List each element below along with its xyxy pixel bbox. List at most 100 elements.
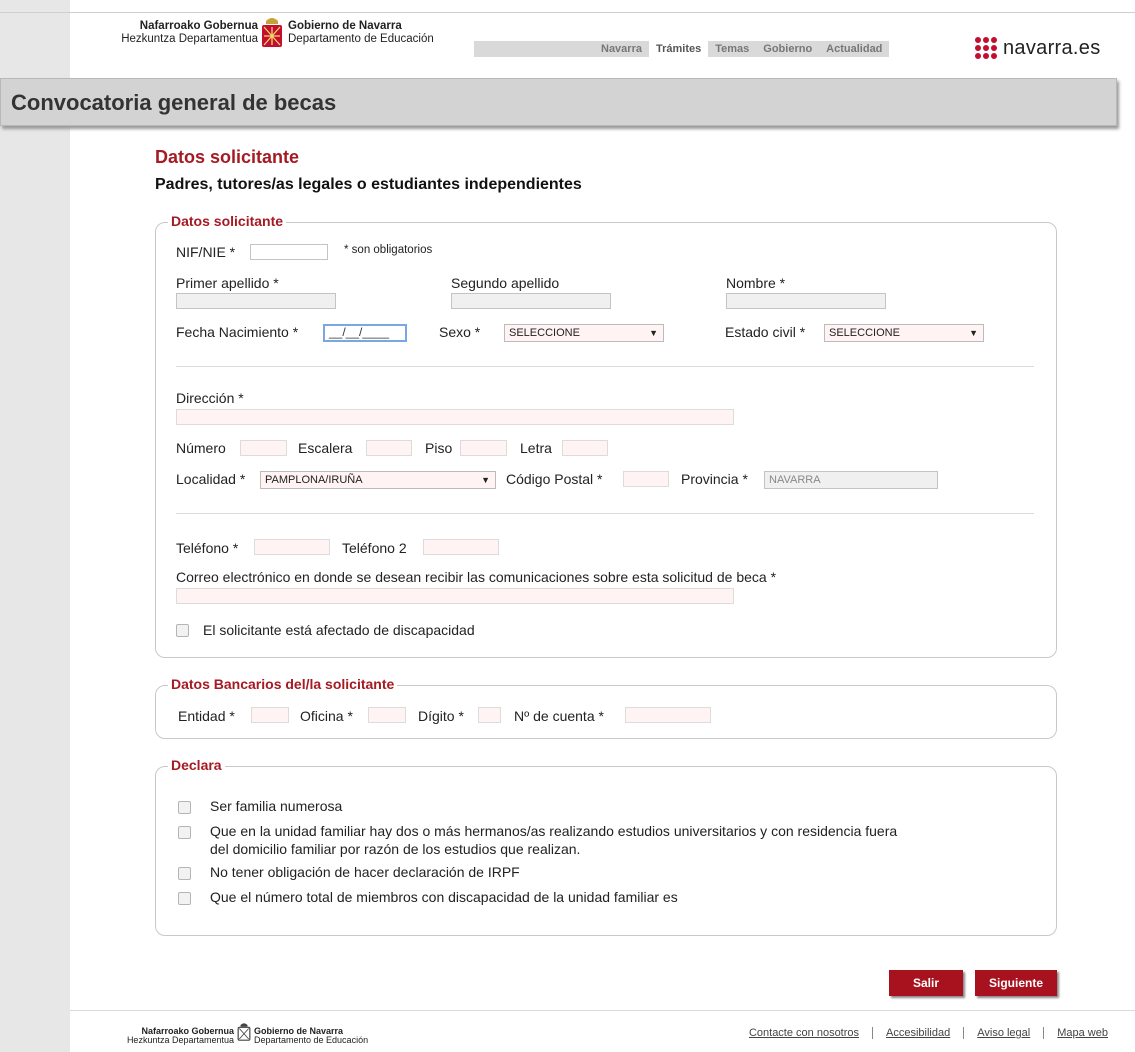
codigo-postal-input[interactable] [623,471,669,487]
nombre-label: Nombre * [726,275,786,291]
declara-item-label: Que en la unidad familiar hay dos o más … [210,823,898,839]
numero-label: Número [176,440,226,456]
telefono-label: Teléfono * [176,540,239,556]
left-margin-band [0,0,70,1052]
fecha-label: Fecha Nacimiento * [176,324,299,340]
top-rule [0,12,1135,13]
piso-input[interactable] [460,440,507,456]
footer-link-accesibilidad[interactable]: Accesibilidad [872,1027,963,1039]
bank-legend: Datos Bancarios del/la solicitante [168,676,398,692]
cuenta-label: Nº de cuenta * [514,708,604,724]
applicant-legend: Datos solicitante [168,213,287,229]
email-label: Correo electrónico en donde se desean re… [176,569,777,585]
siguiente-button[interactable]: Siguiente [975,970,1057,996]
footer-links: Contacte con nosotros Accesibilidad Avis… [736,1027,1121,1039]
footer-logo-es-line2: Departamento de Educación [254,1035,369,1045]
direccion-label: Dirección * [176,390,244,406]
dots-icon [975,37,997,59]
provincia-input[interactable]: NAVARRA [764,471,938,489]
irpf-checkbox[interactable] [178,867,191,880]
apellido2-input[interactable] [451,293,611,309]
navarra-shield-icon [262,18,282,47]
sexo-select[interactable]: SELECCIONE ▼ [504,324,664,342]
navarra-es-logo[interactable]: navarra.es [975,33,1101,63]
apellido2-label: Segundo apellido [451,275,560,291]
discapacidad-checkbox[interactable] [176,624,189,637]
footer-rule [70,1010,1135,1011]
provincia-label: Provincia * [681,471,748,487]
footer-shield-icon [237,1023,251,1041]
apellido1-label: Primer apellido * [176,275,279,291]
dropdown-arrow-icon: ▼ [969,328,978,338]
entidad-label: Entidad * [178,708,235,724]
page-title: Convocatoria general de becas [11,90,337,115]
nif-label: NIF/NIE * [176,244,236,260]
letra-input[interactable] [562,440,608,456]
nav-tramites[interactable]: Trámites [648,41,709,57]
declara-item-label: No tener obligación de hacer declaración… [210,864,520,880]
localidad-label: Localidad * [176,471,246,487]
email-input[interactable] [176,588,734,604]
nav-actualidad[interactable]: Actualidad [819,41,890,57]
declara-item-label: Ser familia numerosa [210,798,343,814]
logo-es-line1: Gobierno de Navarra [288,20,402,32]
logo-eu-line1: Nafarroako Gobernua [139,20,258,32]
direccion-input[interactable] [176,409,734,425]
numero-input[interactable] [240,440,287,456]
hermanos-universitarios-checkbox[interactable] [178,826,191,839]
nav-navarra[interactable]: Navarra [594,41,649,57]
telefono2-label: Teléfono 2 [342,540,407,556]
page-title-bar: Convocatoria general de becas [0,78,1117,126]
dropdown-arrow-icon: ▼ [649,328,658,338]
apellido1-input[interactable] [176,293,336,309]
nav-temas[interactable]: Temas [708,41,757,57]
footer-link-mapa-web[interactable]: Mapa web [1043,1027,1121,1039]
digito-input[interactable] [478,707,501,723]
digito-label: Dígito * [418,708,464,724]
footer-link-aviso-legal[interactable]: Aviso legal [963,1027,1043,1039]
entidad-input[interactable] [251,707,289,723]
salir-button[interactable]: Salir [889,970,963,996]
header-bar [474,41,594,57]
piso-label: Piso [425,440,453,456]
cuenta-input[interactable] [625,707,711,723]
footer-logo-eu-line2: Hezkuntza Departamentua [126,1035,234,1045]
telefono2-input[interactable] [423,539,499,555]
discapacidad-label: El solicitante está afectado de discapac… [203,622,475,638]
required-note: * son obligatorios [344,244,433,256]
localidad-select-value: PAMPLONA/IRUÑA [265,474,363,486]
nombre-input[interactable] [726,293,886,309]
fecha-input[interactable]: __/__/____ [323,324,407,342]
letra-label: Letra [520,440,552,456]
brand-text: navarra.es [1003,36,1101,59]
declara-legend: Declara [168,757,225,773]
escalera-input[interactable] [366,440,412,456]
codigo-postal-label: Código Postal * [506,471,603,487]
sexo-select-value: SELECCIONE [509,327,580,339]
declara-item-label-cont: del domicilio familiar por razón de los … [210,841,581,857]
section-title: Datos solicitante [155,147,300,167]
telefono-input[interactable] [254,539,330,555]
divider [176,366,1034,367]
logo-es-line2: Departamento de Educación [288,33,434,45]
estado-civil-select[interactable]: SELECCIONE ▼ [824,324,984,342]
escalera-label: Escalera [298,440,353,456]
divider [176,513,1034,514]
miembros-discapacidad-checkbox[interactable] [178,892,191,905]
oficina-input[interactable] [368,707,406,723]
estado-civil-label: Estado civil * [725,324,806,340]
logo-eu-line2: Hezkuntza Departamentua [121,33,258,45]
oficina-label: Oficina * [300,708,353,724]
localidad-select[interactable]: PAMPLONA/IRUÑA ▼ [260,471,496,489]
sexo-label: Sexo * [439,324,481,340]
nif-input[interactable] [250,244,328,260]
section-subtitle: Padres, tutores/as legales o estudiantes… [155,176,582,193]
familia-numerosa-checkbox[interactable] [178,801,191,814]
declara-item-label: Que el número total de miembros con disc… [210,889,678,905]
footer-link-contacto[interactable]: Contacte con nosotros [736,1027,872,1039]
dropdown-arrow-icon: ▼ [481,475,490,485]
bank-fieldset: Datos Bancarios del/la solicitante [155,676,1057,739]
top-navigation: Navarra Trámites Temas Gobierno Actualid… [594,41,890,57]
estado-civil-select-value: SELECCIONE [829,327,900,339]
nav-gobierno[interactable]: Gobierno [756,41,820,57]
